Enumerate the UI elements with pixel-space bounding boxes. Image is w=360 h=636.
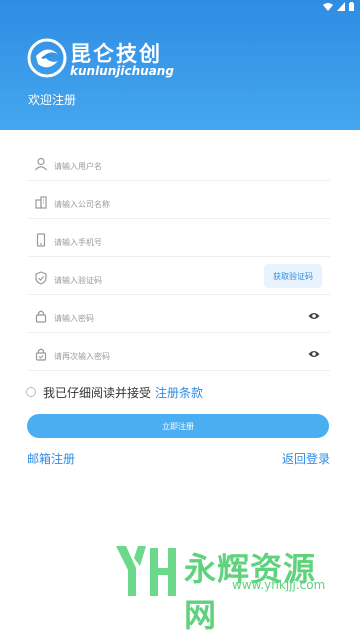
building-icon <box>35 196 47 209</box>
company-field[interactable] <box>28 188 330 219</box>
phone-field[interactable] <box>28 226 330 257</box>
terms-link[interactable]: 注册条款 <box>155 384 203 401</box>
agree-text: 我已仔细阅读并接受 <box>43 385 152 400</box>
header-banner: 昆仑技创 kunlunjichuang 欢迎注册 <box>0 0 360 130</box>
email-register-link[interactable]: 邮箱注册 <box>27 450 75 467</box>
shield-check-icon <box>35 271 47 285</box>
lock-icon <box>35 310 47 323</box>
lock-check-icon <box>35 348 47 361</box>
confirm-password-field[interactable] <box>28 340 330 371</box>
battery-icon <box>349 2 354 11</box>
signal-icon <box>337 2 345 11</box>
watermark: 永辉资源网 www.yhkjjj.com <box>112 540 344 634</box>
agreement-row: 我已仔细阅读并接受 注册条款 <box>26 382 203 402</box>
code-input[interactable] <box>52 270 276 290</box>
eye-icon[interactable] <box>308 349 320 359</box>
watermark-url: www.yhkjjj.com <box>232 578 326 592</box>
password-field[interactable] <box>28 302 330 333</box>
confirm-password-input[interactable] <box>52 346 276 366</box>
register-button[interactable]: 立即注册 <box>27 414 329 438</box>
phone-icon <box>36 233 46 247</box>
username-field[interactable] <box>28 150 330 181</box>
code-field[interactable]: 获取验证码 <box>28 264 330 295</box>
wifi-icon <box>323 3 333 11</box>
get-code-button[interactable]: 获取验证码 <box>264 264 322 288</box>
username-input[interactable] <box>52 156 276 176</box>
status-bar <box>0 0 360 16</box>
eye-icon[interactable] <box>308 311 320 321</box>
phone-input[interactable] <box>52 232 276 252</box>
company-input[interactable] <box>52 194 276 214</box>
welcome-text: 欢迎注册 <box>28 93 77 107</box>
brand-subtitle: kunlunjichuang <box>70 64 174 78</box>
user-icon <box>35 157 47 171</box>
password-input[interactable] <box>52 308 276 328</box>
back-login-link[interactable]: 返回登录 <box>282 450 330 467</box>
agree-radio[interactable] <box>26 387 36 397</box>
watermark-logo-icon <box>116 546 176 596</box>
